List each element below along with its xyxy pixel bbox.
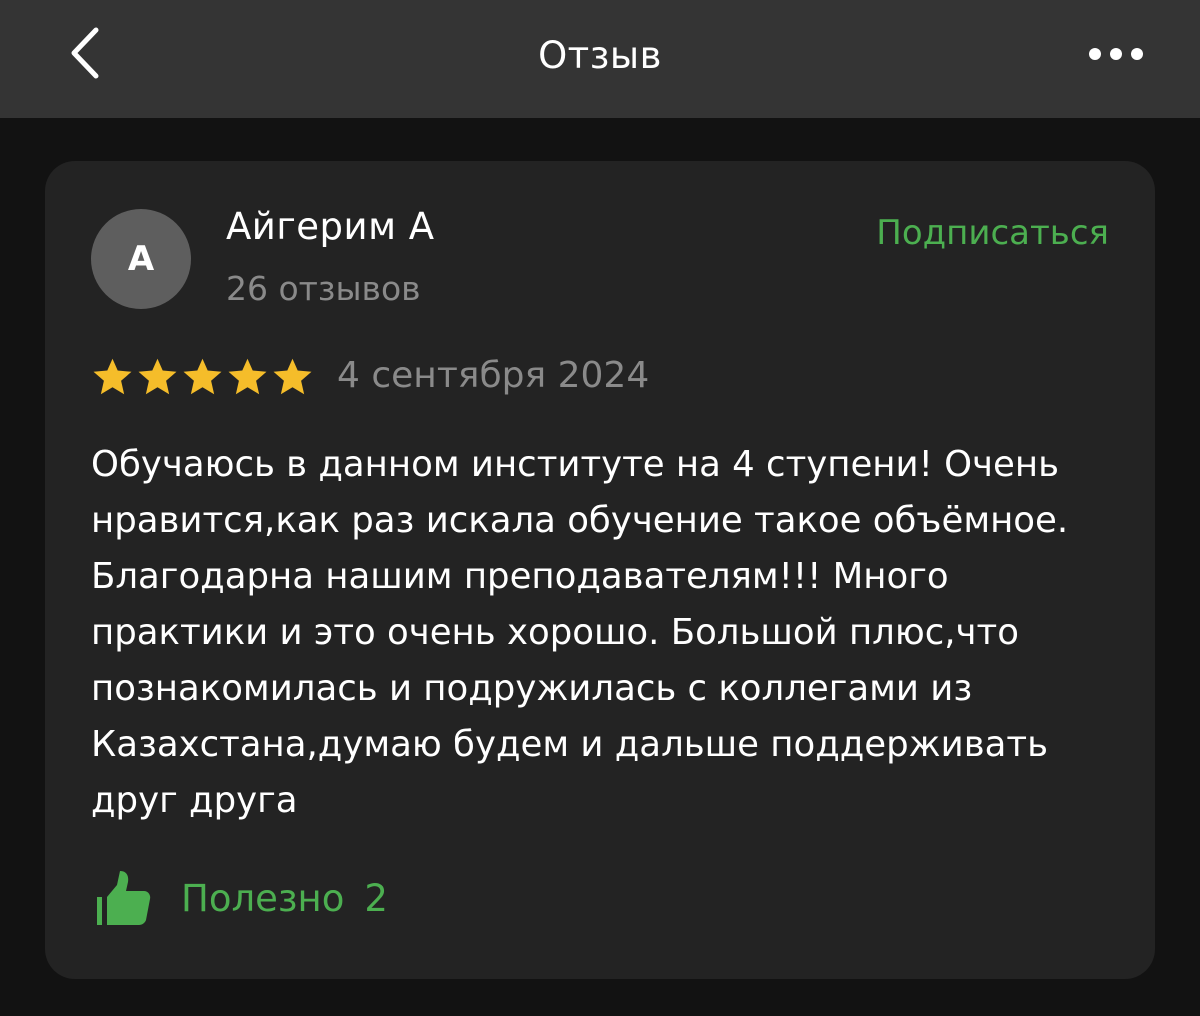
star-icon bbox=[183, 358, 222, 395]
avatar-initial: А bbox=[127, 239, 155, 279]
avatar[interactable]: А bbox=[91, 209, 191, 309]
thumbs-up-icon bbox=[97, 871, 151, 925]
star-rating bbox=[91, 357, 314, 397]
helpful-button[interactable]: Полезно 2 bbox=[95, 866, 388, 930]
review-date: 4 сентября 2024 bbox=[337, 355, 650, 396]
review-card: А Айгерим А 26 отзывов Подписаться 4 сен… bbox=[45, 161, 1155, 979]
author-reviews-count: 26 отзывов bbox=[226, 269, 421, 308]
star-icon bbox=[93, 358, 132, 395]
more-horizontal-icon bbox=[1089, 48, 1143, 60]
helpful-count: 2 bbox=[364, 876, 388, 920]
more-options-button[interactable] bbox=[1080, 38, 1152, 70]
subscribe-button[interactable]: Подписаться bbox=[876, 213, 1109, 253]
page-title: Отзыв bbox=[538, 34, 662, 77]
top-app-bar: Отзыв bbox=[0, 0, 1200, 118]
author-name[interactable]: Айгерим А bbox=[226, 205, 435, 248]
star-icon bbox=[138, 358, 177, 395]
star-icon bbox=[273, 358, 312, 395]
star-icon bbox=[228, 358, 267, 395]
review-text: Обучаюсь в данном институте на 4 ступени… bbox=[91, 444, 1069, 821]
helpful-label: Полезно bbox=[181, 876, 345, 920]
